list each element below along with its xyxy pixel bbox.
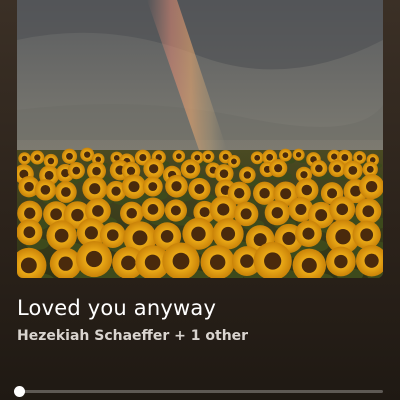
track-title: Loved you anyway — [17, 296, 217, 320]
album-artwork-image — [17, 0, 383, 278]
progress-scrubber-thumb[interactable] — [14, 386, 25, 397]
track-artists-link[interactable]: Hezekiah Schaeffer + 1 other — [17, 328, 248, 344]
album-artwork — [17, 0, 383, 278]
playback-progress-bar[interactable] — [14, 386, 383, 397]
now-playing-screen: Loved you anyway Hezekiah Schaeffer + 1 … — [0, 0, 400, 400]
